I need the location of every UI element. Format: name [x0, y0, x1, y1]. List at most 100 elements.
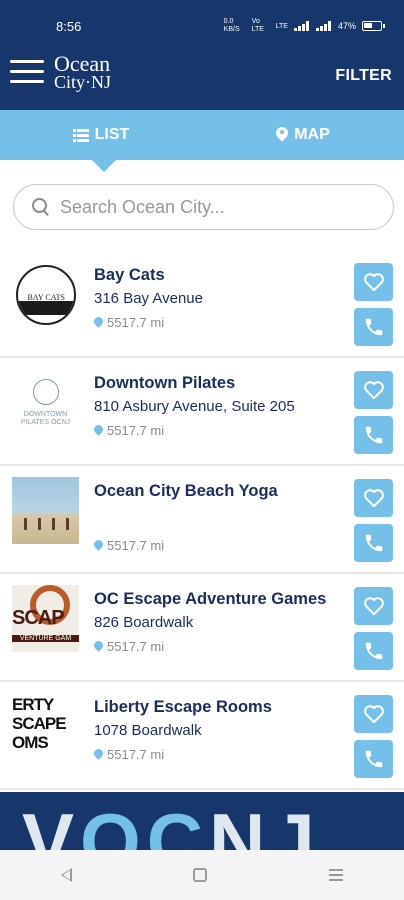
tab-list[interactable]: LIST — [0, 110, 202, 160]
home-icon[interactable] — [193, 868, 208, 882]
banner-text-part3: NJ — [209, 797, 321, 850]
list-item[interactable]: Ocean City Beach Yoga 5517.7 mi — [0, 466, 404, 574]
distance-value: 5517.7 mi — [107, 315, 165, 330]
distance-value: 5517.7 mi — [107, 423, 165, 438]
logo-bar — [17, 300, 74, 315]
tab-list-label: LIST — [94, 126, 130, 143]
listing-name[interactable]: Ocean City Beach Yoga — [94, 482, 278, 501]
listing-distance: 5517.7 mi — [94, 747, 164, 762]
heart-icon — [363, 381, 384, 400]
status-bar: 8:56 0.0 KB/S Vo LTE LTE 47% — [0, 0, 404, 40]
pilates-logo-circle — [32, 378, 59, 405]
search-input[interactable] — [60, 196, 360, 218]
thumb-text: DOWNTOWN PILATES OCNJ — [20, 410, 71, 426]
call-button[interactable] — [354, 632, 393, 670]
favorite-button[interactable] — [354, 371, 393, 409]
listing-name[interactable]: Downtown Pilates — [94, 374, 235, 393]
listings-list: BAY CATS Bay Cats 316 Bay Avenue 5517.7 … — [0, 250, 404, 790]
location-pin-icon — [94, 641, 103, 653]
heart-icon — [363, 597, 384, 616]
list-icon — [72, 129, 89, 142]
call-button[interactable] — [354, 308, 393, 346]
location-pin-icon — [94, 749, 103, 761]
thumb-text: SCAP — [12, 607, 65, 629]
heart-icon — [363, 273, 384, 292]
battery-icon — [362, 21, 385, 31]
tab-map[interactable]: MAP — [202, 110, 404, 160]
phone-icon — [365, 318, 382, 336]
status-time: 8:56 — [56, 19, 82, 34]
filter-button[interactable]: FILTER — [335, 67, 392, 85]
tab-map-label: MAP — [294, 126, 330, 143]
menu-button[interactable] — [10, 60, 44, 88]
banner-text: VOCNJ — [22, 802, 321, 850]
system-nav-bar — [0, 850, 404, 900]
signal-icon-2 — [315, 21, 332, 31]
network-speed: 0.0 KB/S — [223, 18, 240, 33]
call-button[interactable] — [354, 416, 393, 454]
yoga-figure — [24, 518, 27, 530]
favorite-button[interactable] — [354, 695, 393, 733]
favorite-button[interactable] — [354, 263, 393, 301]
listing-thumbnail: ERTY SCAPE OMS — [12, 693, 79, 760]
bay-cats-logo: BAY CATS — [15, 264, 76, 325]
call-button[interactable] — [354, 524, 393, 562]
recents-icon[interactable] — [329, 869, 344, 881]
search-bar[interactable] — [13, 184, 394, 230]
phone-icon — [365, 426, 382, 444]
signal-icon — [293, 21, 310, 31]
listing-distance: 5517.7 mi — [94, 423, 164, 438]
menu-icon-line — [10, 60, 44, 63]
listing-distance: 5517.7 mi — [94, 315, 164, 330]
heart-icon — [363, 705, 384, 724]
call-button[interactable] — [354, 740, 393, 778]
banner-text-part2: OC — [80, 797, 210, 850]
favorite-button[interactable] — [354, 479, 393, 517]
visit-oc-banner[interactable]: VOCNJ — [0, 792, 404, 850]
phone-icon — [365, 750, 382, 768]
listing-address: 826 Boardwalk — [94, 614, 194, 631]
listing-thumbnail: SCAP VENTURE GAM — [12, 585, 79, 652]
listing-thumbnail — [12, 477, 79, 544]
lte-indicator: LTE — [275, 22, 288, 30]
distance-value: 5517.7 mi — [107, 747, 165, 762]
listing-distance: 5517.7 mi — [94, 538, 164, 553]
location-pin-icon — [94, 317, 103, 329]
listing-address: 1078 Boardwalk — [94, 722, 202, 739]
back-icon[interactable] — [60, 868, 72, 882]
app-header: 8:56 0.0 KB/S Vo LTE LTE 47% Ocean City·… — [0, 0, 404, 110]
list-item[interactable]: BAY CATS Bay Cats 316 Bay Avenue 5517.7 … — [0, 250, 404, 358]
status-icons: 0.0 KB/S Vo LTE LTE 47% — [223, 18, 385, 34]
logo-line-1: Ocean — [54, 51, 111, 76]
listing-thumbnail: DOWNTOWN PILATES OCNJ — [12, 369, 79, 436]
listing-name[interactable]: Liberty Escape Rooms — [94, 698, 272, 717]
yoga-figure — [38, 518, 41, 530]
listing-name[interactable]: Bay Cats — [94, 266, 165, 285]
banner-text-part1: V — [22, 797, 81, 850]
list-item[interactable]: DOWNTOWN PILATES OCNJ Downtown Pilates 8… — [0, 358, 404, 466]
thumb-text: ERTY SCAPE OMS — [12, 695, 67, 752]
listing-address: 316 Bay Avenue — [94, 290, 203, 307]
listing-thumbnail: BAY CATS — [12, 261, 79, 328]
listing-distance: 5517.7 mi — [94, 639, 164, 654]
thumb-subtext: VENTURE GAM — [12, 635, 79, 642]
listing-address: 810 Asbury Avenue, Suite 205 — [94, 398, 295, 415]
battery-percent: 47% — [337, 21, 356, 31]
yoga-figure — [66, 518, 69, 530]
active-tab-indicator — [92, 160, 116, 172]
location-pin-icon — [94, 540, 103, 552]
map-pin-icon — [276, 127, 288, 143]
phone-icon — [365, 534, 382, 552]
ocean-city-logo[interactable]: Ocean City·NJ — [54, 51, 112, 92]
logo-line-2: City·NJ — [54, 72, 112, 92]
location-pin-icon — [94, 425, 103, 437]
listing-name[interactable]: OC Escape Adventure Games — [94, 590, 326, 609]
view-tabs: LIST MAP — [0, 110, 404, 160]
phone-icon — [365, 642, 382, 660]
menu-icon-line — [10, 80, 44, 83]
distance-value: 5517.7 mi — [107, 538, 165, 553]
list-item[interactable]: SCAP VENTURE GAM OC Escape Adventure Gam… — [0, 574, 404, 682]
favorite-button[interactable] — [354, 587, 393, 625]
yoga-figure — [52, 518, 55, 530]
list-item[interactable]: ERTY SCAPE OMS Liberty Escape Rooms 1078… — [0, 682, 404, 790]
